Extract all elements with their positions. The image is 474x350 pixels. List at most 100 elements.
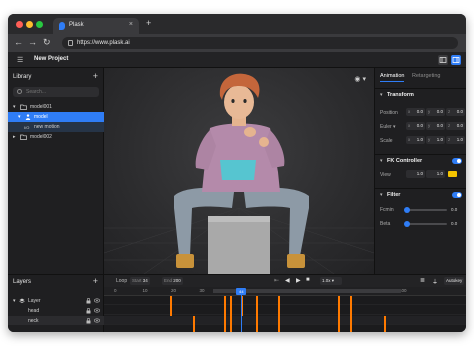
position-y-field[interactable]: y 0.0	[426, 108, 445, 116]
playhead-frame-indicator[interactable]: 44	[236, 288, 247, 295]
layer-label: Layer	[28, 298, 41, 304]
transform-section-header[interactable]: ▾ Transform	[375, 88, 466, 100]
filter-section-header[interactable]: ▾ Filter	[375, 188, 466, 200]
keyframe-marker[interactable]	[278, 296, 281, 316]
back-button[interactable]: ←	[14, 37, 23, 47]
fk-color-swatch[interactable]	[448, 171, 457, 177]
layers-title: Layers	[13, 279, 32, 285]
keyframe-marker[interactable]	[349, 296, 352, 316]
chevron-down-icon[interactable]: ▾	[13, 298, 16, 304]
fcmin-slider[interactable]	[404, 207, 447, 213]
layer-track-row[interactable]: head	[8, 306, 104, 315]
close-tab-icon[interactable]: ×	[129, 21, 133, 28]
keyframe-marker[interactable]	[349, 316, 352, 332]
keyframe-marker[interactable]	[170, 296, 173, 316]
keyframe-track-area[interactable]	[104, 296, 466, 332]
new-tab-button[interactable]: +	[146, 18, 151, 28]
sidebar-icon[interactable]	[438, 55, 448, 65]
view-a-field[interactable]: 1.0	[406, 170, 425, 178]
forward-button[interactable]: →	[28, 37, 37, 47]
ruler-tick-label: 0	[114, 288, 117, 293]
position-z-field[interactable]: z 0.0	[446, 108, 465, 116]
keyframe-marker[interactable]	[278, 316, 281, 332]
3d-viewport[interactable]: ◉ ▾	[104, 68, 374, 274]
layers-icon	[19, 298, 25, 306]
end-frame-field[interactable]: End 200	[162, 277, 183, 285]
beta-slider-knob[interactable]	[404, 221, 410, 227]
filter-keys-icon[interactable]: ⏚	[432, 277, 438, 286]
position-x-field[interactable]: x 0.0	[406, 108, 425, 116]
motion-icon: I/O	[24, 125, 30, 130]
fk-controller-toggle[interactable]	[452, 158, 462, 164]
close-window-button[interactable]	[16, 21, 23, 28]
stop-icon[interactable]: ■	[306, 277, 310, 283]
keyframe-marker[interactable]	[192, 316, 195, 332]
tab-animation[interactable]: Animation	[380, 73, 405, 82]
scale-x-field[interactable]: x 1.0	[406, 136, 425, 144]
scale-z-field[interactable]: z 1.0	[446, 136, 465, 144]
eye-icon[interactable]	[93, 318, 101, 325]
menu-icon[interactable]: ☰	[17, 56, 23, 64]
chevron-right-icon[interactable]: ▸	[13, 134, 16, 140]
euler-z-field[interactable]: z 0.0	[446, 122, 465, 130]
euler-label[interactable]: Euler ▾	[380, 124, 396, 130]
keyframe-list-icon[interactable]: ≣	[420, 277, 425, 284]
browser-tab[interactable]: Plask ×	[53, 18, 139, 34]
minimize-window-button[interactable]	[26, 21, 33, 28]
fcmin-slider-knob[interactable]	[404, 207, 410, 213]
scale-y-field[interactable]: y 1.0	[426, 136, 445, 144]
keyframe-marker[interactable]	[338, 316, 341, 332]
panel-icon[interactable]	[451, 55, 461, 65]
keyframe-marker[interactable]	[224, 296, 227, 316]
lock-icon[interactable]	[86, 298, 91, 306]
playhead-line[interactable]	[241, 295, 243, 332]
keyframe-marker[interactable]	[338, 296, 341, 316]
eye-icon[interactable]	[93, 308, 101, 315]
search-placeholder: Search...	[26, 89, 47, 95]
layer-row[interactable]: ▾ Layer	[8, 296, 104, 305]
timeline-toolbar: Loop Start 34 End 200 ⇤ ◀ ▶ ■ 1.0x ▾ ≣ ⏚…	[104, 275, 466, 287]
loop-label[interactable]: Loop	[116, 278, 127, 284]
chevron-down-icon: ▾	[380, 158, 383, 164]
lock-icon[interactable]	[86, 308, 91, 316]
euler-x-field[interactable]: x 0.0	[406, 122, 425, 130]
keyframe-marker[interactable]	[383, 316, 386, 332]
chevron-down-icon[interactable]: ▾	[13, 104, 16, 110]
keyframe-marker[interactable]	[230, 296, 232, 316]
tree-item-model002[interactable]: ▸ model002	[8, 132, 104, 142]
tree-item-model[interactable]: ▾ model	[8, 112, 104, 122]
layer-label: neck	[28, 318, 39, 324]
keyframe-marker[interactable]	[255, 296, 258, 316]
reload-button[interactable]: ↻	[43, 37, 51, 48]
maximize-window-button[interactable]	[36, 21, 43, 28]
lock-icon[interactable]	[86, 318, 91, 326]
app-header: ☰ New Project	[8, 52, 466, 68]
add-library-item-button[interactable]: +	[93, 71, 98, 81]
add-layer-button[interactable]: +	[93, 276, 98, 286]
autokey-button[interactable]: Autokey	[444, 277, 465, 285]
keyframe-marker[interactable]	[224, 316, 227, 332]
fk-controller-section-header[interactable]: ▾ FK Controller	[375, 154, 466, 166]
playback-speed-select[interactable]: 1.0x ▾	[320, 277, 342, 285]
library-search-input[interactable]: Search...	[13, 87, 99, 97]
play-icon[interactable]: ▶	[296, 277, 301, 284]
start-frame-field[interactable]: Start 34	[130, 277, 150, 285]
euler-y-field[interactable]: y 0.0	[426, 122, 445, 130]
keyframe-marker[interactable]	[230, 316, 232, 332]
play-backward-icon[interactable]: ◀	[285, 277, 290, 284]
chevron-down-icon[interactable]: ▾	[18, 114, 21, 120]
eye-icon[interactable]	[93, 298, 101, 305]
keyframe-marker[interactable]	[255, 316, 258, 332]
visibility-eye-icon[interactable]: ◉ ▾	[354, 75, 366, 83]
layer-track-row[interactable]: neck	[8, 316, 104, 325]
beta-slider[interactable]	[404, 221, 447, 227]
view-b-field[interactable]: 1.0	[426, 170, 445, 178]
url-field[interactable]: https://www.plask.ai	[62, 37, 458, 49]
tree-item-new-motion[interactable]: I/O new motion	[8, 122, 104, 132]
track-row-head	[104, 306, 466, 315]
tree-item-model001[interactable]: ▾ model001	[8, 102, 104, 112]
tab-retargeting[interactable]: Retargeting	[412, 73, 440, 79]
first-frame-icon[interactable]: ⇤	[274, 277, 279, 284]
filter-toggle[interactable]	[452, 192, 462, 198]
project-title[interactable]: New Project	[34, 56, 68, 62]
